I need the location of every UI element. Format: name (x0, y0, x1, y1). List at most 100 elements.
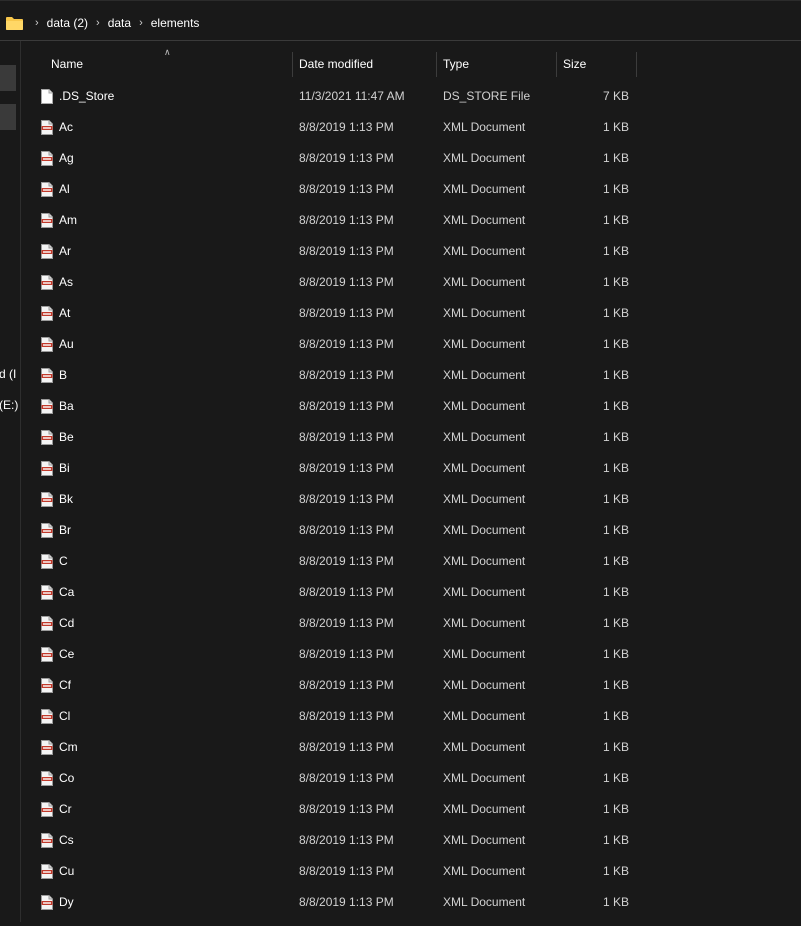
file-row[interactable]: Ca 8/8/2019 1:13 PM XML Document 1 KB (21, 577, 637, 608)
file-name: Ag (59, 151, 74, 165)
file-type: DS_STORE File (443, 89, 531, 103)
file-row[interactable]: Be 8/8/2019 1:13 PM XML Document 1 KB (21, 422, 637, 453)
xml-file-icon (41, 895, 53, 926)
file-date-modified: 8/8/2019 1:13 PM (299, 678, 394, 692)
file-row[interactable]: Cs 8/8/2019 1:13 PM XML Document 1 KB (21, 825, 637, 856)
file-row[interactable]: Ar 8/8/2019 1:13 PM XML Document 1 KB (21, 236, 637, 267)
file-type: XML Document (443, 120, 526, 134)
file-type: XML Document (443, 151, 526, 165)
file-date-modified: 8/8/2019 1:13 PM (299, 802, 394, 816)
file-size: 1 KB (602, 616, 629, 630)
folder-icon (6, 16, 23, 31)
file-name: Am (59, 213, 77, 227)
column-size[interactable]: Size (556, 52, 636, 77)
column-date-modified[interactable]: Date modified (292, 52, 436, 77)
file-name: Bi (59, 461, 70, 475)
file-name: B (59, 368, 68, 382)
breadcrumb-item-elements[interactable]: elements (151, 16, 200, 30)
breadcrumb-item-data[interactable]: data (108, 16, 131, 30)
file-name: Bk (59, 492, 74, 506)
file-row[interactable]: Cm 8/8/2019 1:13 PM XML Document 1 KB (21, 732, 637, 763)
file-name: Be (59, 430, 74, 444)
file-date-modified: 8/8/2019 1:13 PM (299, 833, 394, 847)
file-name: As (59, 275, 74, 289)
file-name: Cm (59, 740, 78, 754)
file-date-modified: 8/8/2019 1:13 PM (299, 213, 394, 227)
file-row[interactable]: Br 8/8/2019 1:13 PM XML Document 1 KB (21, 515, 637, 546)
file-size: 1 KB (602, 492, 629, 506)
file-row[interactable]: Co 8/8/2019 1:13 PM XML Document 1 KB (21, 763, 637, 794)
file-name: C (59, 554, 68, 568)
file-row[interactable]: Bi 8/8/2019 1:13 PM XML Document 1 KB (21, 453, 637, 484)
breadcrumb-item-data-2[interactable]: data (2) (47, 16, 88, 30)
file-size: 1 KB (602, 709, 629, 723)
file-size: 1 KB (602, 864, 629, 878)
file-name: Cd (59, 616, 75, 630)
nav-item-highlight[interactable] (0, 104, 16, 130)
file-list: ∧ Name Date modified Type Size .DS_Store… (21, 41, 801, 922)
file-row[interactable]: Au 8/8/2019 1:13 PM XML Document 1 KB (21, 329, 637, 360)
file-type: XML Document (443, 616, 526, 630)
column-name[interactable]: Name (44, 52, 292, 77)
file-name: .DS_Store (59, 89, 115, 103)
file-size: 1 KB (602, 678, 629, 692)
file-row[interactable]: C 8/8/2019 1:13 PM XML Document 1 KB (21, 546, 637, 577)
file-date-modified: 8/8/2019 1:13 PM (299, 306, 394, 320)
file-size: 1 KB (602, 802, 629, 816)
file-row[interactable]: Bk 8/8/2019 1:13 PM XML Document 1 KB (21, 484, 637, 515)
file-type: XML Document (443, 306, 526, 320)
file-type: XML Document (443, 833, 526, 847)
file-row[interactable]: Cl 8/8/2019 1:13 PM XML Document 1 KB (21, 701, 637, 732)
file-date-modified: 8/8/2019 1:13 PM (299, 554, 394, 568)
file-row[interactable]: Am 8/8/2019 1:13 PM XML Document 1 KB (21, 205, 637, 236)
file-date-modified: 8/8/2019 1:13 PM (299, 151, 394, 165)
file-row[interactable]: B 8/8/2019 1:13 PM XML Document 1 KB (21, 360, 637, 391)
file-name: Cr (59, 802, 72, 816)
chevron-right-icon[interactable]: › (35, 17, 39, 29)
file-date-modified: 8/8/2019 1:13 PM (299, 647, 394, 661)
file-type: XML Document (443, 213, 526, 227)
file-row[interactable]: Ba 8/8/2019 1:13 PM XML Document 1 KB (21, 391, 637, 422)
chevron-right-icon[interactable]: › (96, 17, 100, 29)
file-row[interactable]: Ac 8/8/2019 1:13 PM XML Document 1 KB (21, 112, 637, 143)
file-name: Al (59, 182, 70, 196)
file-row[interactable]: Cd 8/8/2019 1:13 PM XML Document 1 KB (21, 608, 637, 639)
file-date-modified: 8/8/2019 1:13 PM (299, 616, 394, 630)
file-size: 1 KB (602, 213, 629, 227)
file-type: XML Document (443, 554, 526, 568)
file-name: Ar (59, 244, 71, 258)
file-name: Cu (59, 864, 75, 878)
file-row[interactable]: Ag 8/8/2019 1:13 PM XML Document 1 KB (21, 143, 637, 174)
file-row[interactable]: As 8/8/2019 1:13 PM XML Document 1 KB (21, 267, 637, 298)
file-date-modified: 8/8/2019 1:13 PM (299, 337, 394, 351)
file-date-modified: 8/8/2019 1:13 PM (299, 709, 394, 723)
file-row[interactable]: Cr 8/8/2019 1:13 PM XML Document 1 KB (21, 794, 637, 825)
nav-item-drive-label[interactable]: d (I (0, 367, 16, 381)
file-type: XML Document (443, 244, 526, 258)
column-divider[interactable] (636, 52, 637, 77)
file-type: XML Document (443, 523, 526, 537)
file-date-modified: 8/8/2019 1:13 PM (299, 864, 394, 878)
nav-item-selected[interactable] (0, 65, 16, 91)
file-row[interactable]: Cf 8/8/2019 1:13 PM XML Document 1 KB (21, 670, 637, 701)
file-row[interactable]: .DS_Store 11/3/2021 11:47 AM DS_STORE File… (21, 81, 637, 112)
file-type: XML Document (443, 802, 526, 816)
file-row[interactable]: Cu 8/8/2019 1:13 PM XML Document 1 KB (21, 856, 637, 887)
file-date-modified: 8/8/2019 1:13 PM (299, 182, 394, 196)
file-row[interactable]: At 8/8/2019 1:13 PM XML Document 1 KB (21, 298, 637, 329)
address-bar[interactable]: › data (2) › data › elements (0, 0, 801, 41)
file-row[interactable]: Al 8/8/2019 1:13 PM XML Document 1 KB (21, 174, 637, 205)
column-type[interactable]: Type (436, 52, 556, 77)
file-size: 1 KB (602, 182, 629, 196)
file-date-modified: 8/8/2019 1:13 PM (299, 275, 394, 289)
file-name: Cs (59, 833, 74, 847)
file-row[interactable]: Ce 8/8/2019 1:13 PM XML Document 1 KB (21, 639, 637, 670)
file-row[interactable]: Dy 8/8/2019 1:13 PM XML Document 1 KB (21, 887, 637, 918)
nav-item-drive-e[interactable]: (E:) (0, 398, 18, 412)
file-name: Au (59, 337, 74, 351)
chevron-right-icon[interactable]: › (139, 17, 143, 29)
file-name: Ba (59, 399, 74, 413)
file-type: XML Document (443, 740, 526, 754)
file-type: XML Document (443, 864, 526, 878)
file-size: 1 KB (602, 523, 629, 537)
